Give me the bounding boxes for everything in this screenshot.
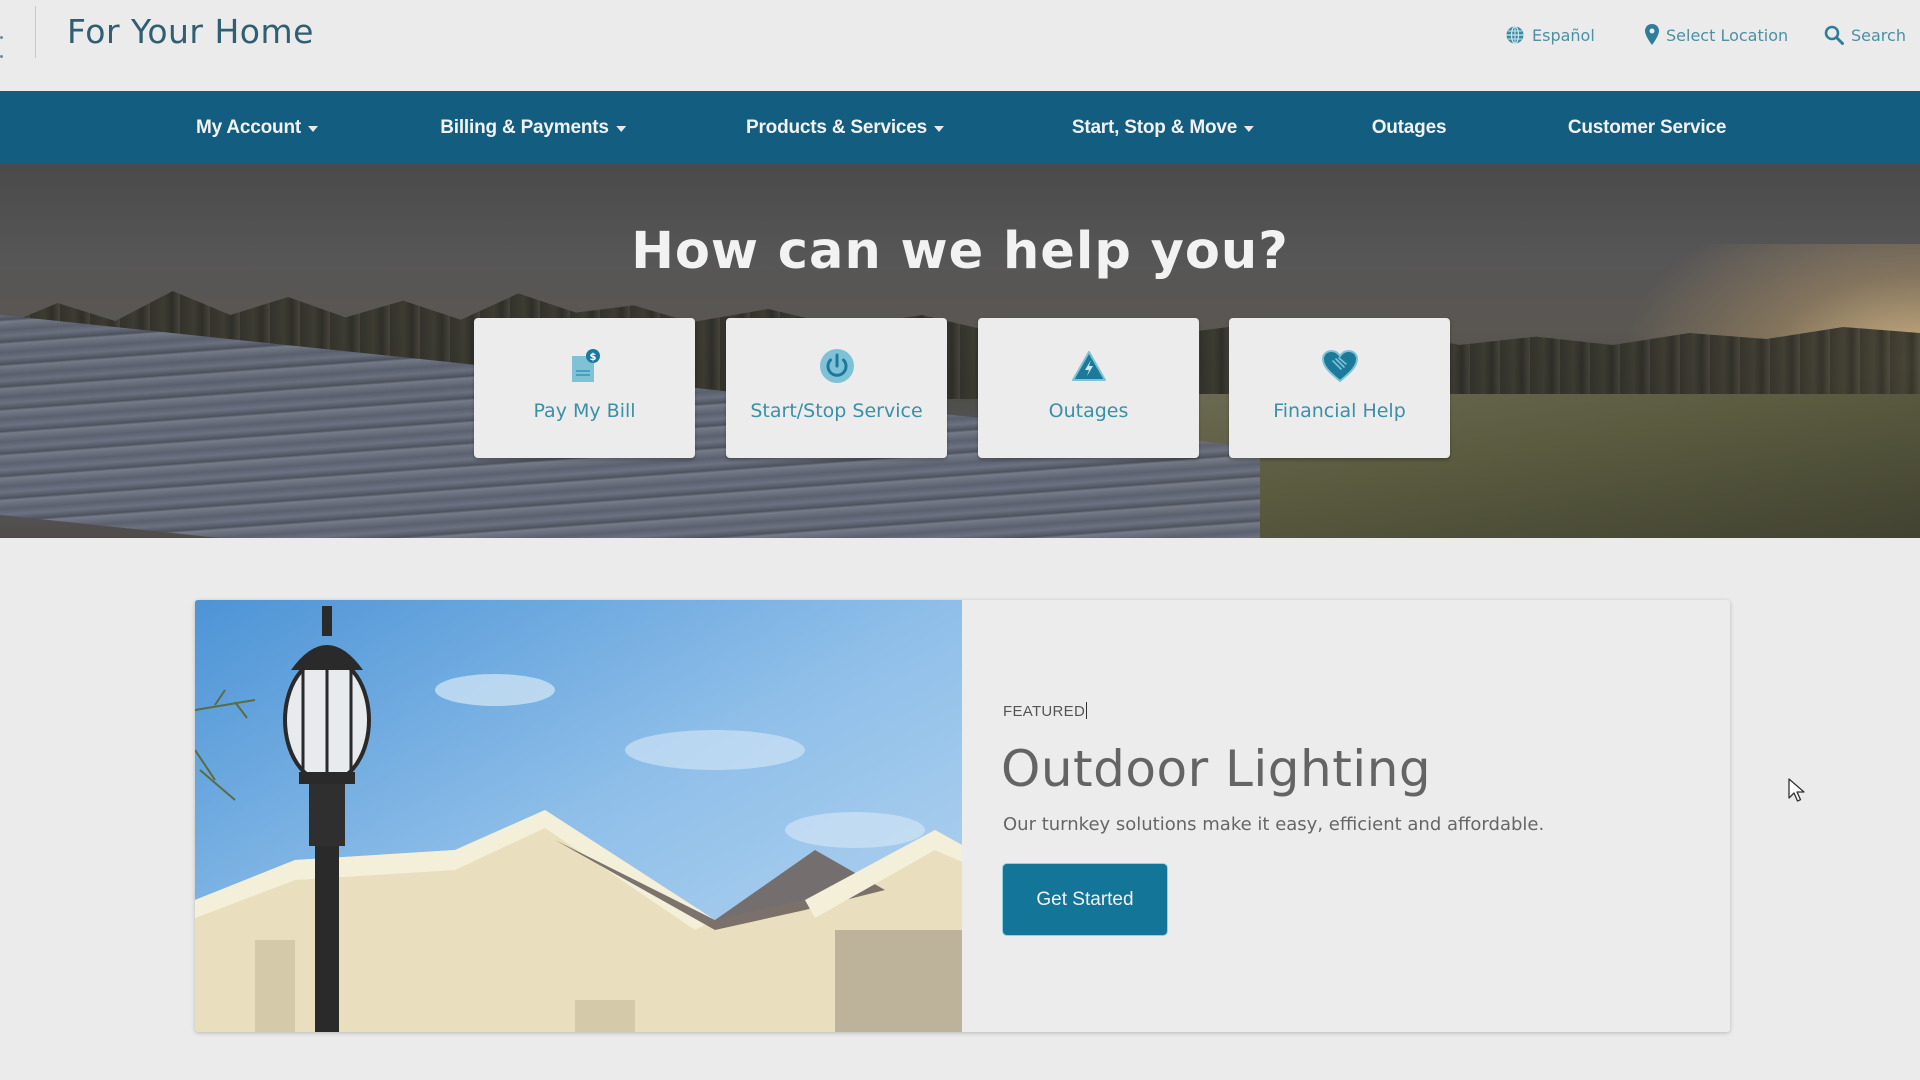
caret-down-icon xyxy=(1244,125,1255,132)
featured-card: FEATURED Outdoor Lighting Our turnkey so… xyxy=(195,600,1730,1032)
espanol-label: Español xyxy=(1532,25,1595,45)
nav-products-services[interactable]: Products & Services xyxy=(745,91,945,164)
quick-link-start-stop-service[interactable]: Start/Stop Service xyxy=(726,318,947,458)
lightning-warning-icon xyxy=(1069,346,1109,386)
nav-label: Customer Service xyxy=(1567,116,1727,138)
espanol-link[interactable]: Español xyxy=(1505,22,1595,48)
main-nav: My Account Billing & Payments Products &… xyxy=(0,91,1920,164)
heart-hands-icon xyxy=(1320,346,1360,386)
quick-link-pay-my-bill[interactable]: $ Pay My Bill xyxy=(474,318,695,458)
globe-icon xyxy=(1506,25,1524,45)
hero-title: How can we help you? xyxy=(631,222,1289,281)
quick-link-label: Start/Stop Service xyxy=(750,400,923,422)
featured-label: FEATURED xyxy=(1003,703,1086,720)
search-icon xyxy=(1824,25,1844,45)
featured-image xyxy=(195,600,962,1032)
quick-link-label: Outages xyxy=(1048,400,1129,422)
caret-down-icon xyxy=(307,125,318,132)
nav-outages[interactable]: Outages xyxy=(1372,91,1447,164)
mouse-cursor-icon xyxy=(1788,778,1805,802)
select-location-link[interactable]: Select Location xyxy=(1645,22,1788,48)
bill-dollar-icon: $ xyxy=(565,346,605,386)
hero-banner xyxy=(0,164,1920,538)
nav-billing-payments[interactable]: Billing & Payments xyxy=(440,91,626,164)
top-header: For Your Home Español Select Location Se… xyxy=(0,0,1920,91)
search-label: Search xyxy=(1851,25,1906,45)
nav-my-account[interactable]: My Account xyxy=(196,91,318,164)
logo-fragment[interactable] xyxy=(0,22,6,60)
nav-start-stop-move[interactable]: Start, Stop & Move xyxy=(1071,91,1255,164)
quick-link-label: Pay My Bill xyxy=(533,400,636,422)
caret-down-icon xyxy=(934,125,945,132)
select-location-label: Select Location xyxy=(1666,25,1789,45)
nav-label: My Account xyxy=(196,116,301,138)
featured-title: Outdoor Lighting xyxy=(1001,740,1432,798)
nav-label: Start, Stop & Move xyxy=(1071,116,1238,138)
get-started-button[interactable]: Get Started xyxy=(1003,864,1167,935)
header-divider xyxy=(35,6,36,58)
map-pin-icon xyxy=(1645,24,1659,45)
nav-label: Outages xyxy=(1371,116,1447,138)
featured-description: Our turnkey solutions make it easy, effi… xyxy=(1003,814,1545,835)
caret-down-icon xyxy=(615,125,626,132)
nav-label: Billing & Payments xyxy=(440,116,609,138)
quick-link-label: Financial Help xyxy=(1273,400,1406,422)
quick-link-outages[interactable]: Outages xyxy=(978,318,1199,458)
nav-customer-service[interactable]: Customer Service xyxy=(1567,91,1727,164)
search-link[interactable]: Search xyxy=(1824,22,1906,48)
nav-label: Products & Services xyxy=(745,116,928,138)
site-title[interactable]: For Your Home xyxy=(67,12,314,51)
svg-text:$: $ xyxy=(589,352,596,363)
power-icon xyxy=(817,346,857,386)
quick-link-financial-help[interactable]: Financial Help xyxy=(1229,318,1450,458)
street-lamp-house-illustration xyxy=(195,600,962,1032)
